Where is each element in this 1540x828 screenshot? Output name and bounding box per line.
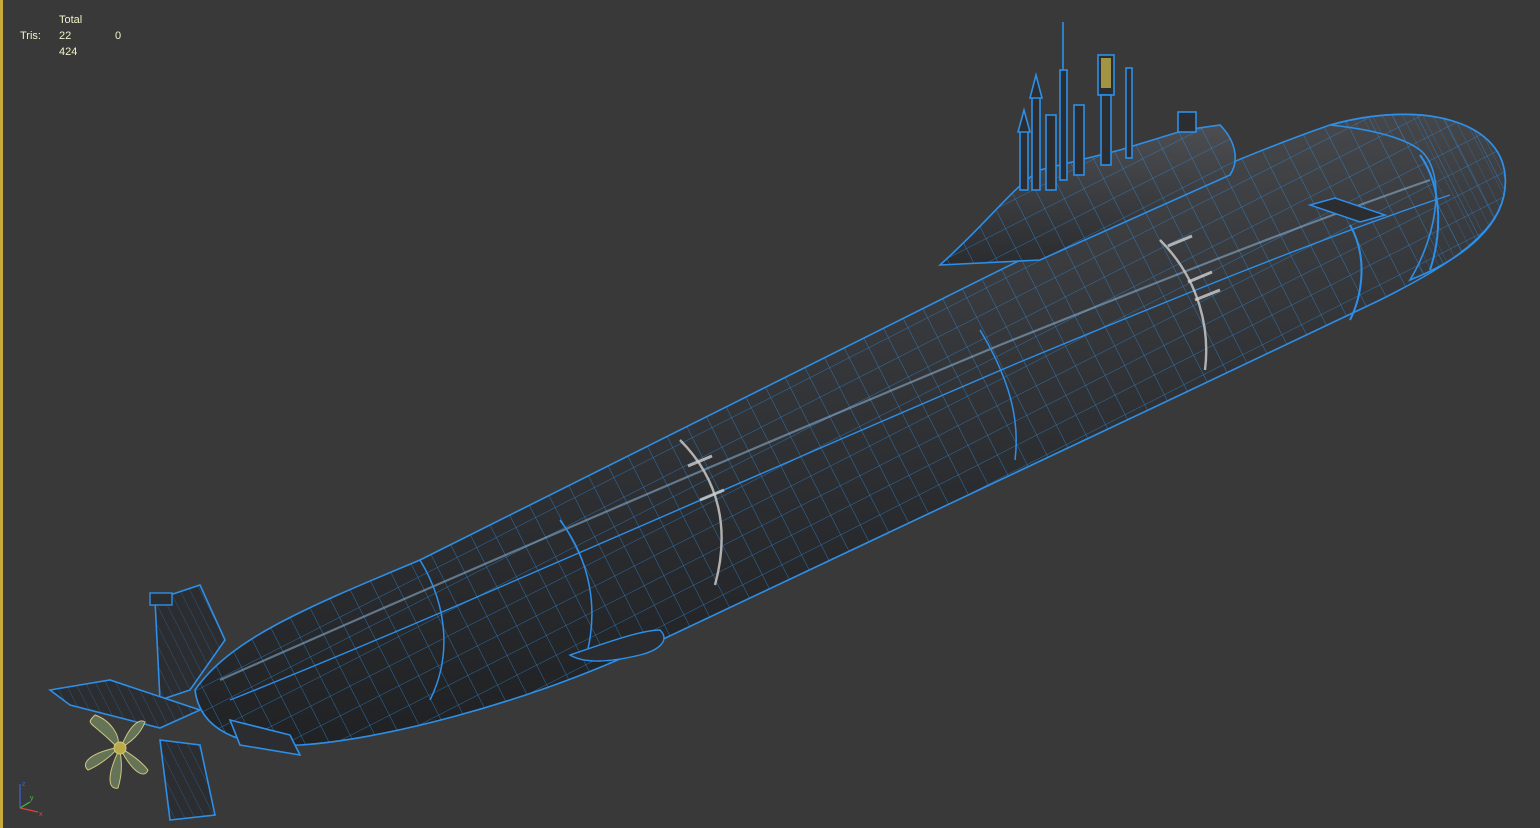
hull[interactable] <box>194 113 1507 747</box>
axis-y-label: y <box>30 795 34 802</box>
tris-selected-value: 0 <box>115 30 122 42</box>
tris-label: Tris: <box>20 30 41 42</box>
axis-z-label: z <box>22 781 26 788</box>
mast-sensor-highlight <box>1101 58 1111 88</box>
axis-y-line <box>19 801 31 809</box>
tris-total-value: 22 424 <box>59 30 78 58</box>
stats-header: Total <box>59 14 83 26</box>
axis-x-label: x <box>39 811 43 818</box>
axis-gizmo: x y z <box>19 781 43 818</box>
axis-x-line <box>19 807 39 813</box>
submarine-wireframe-model[interactable] <box>0 0 1540 828</box>
3d-viewport[interactable]: Total Tris: 22 424 0 x y z <box>0 0 1540 828</box>
propeller[interactable] <box>84 714 149 789</box>
stern-rudder-lower[interactable] <box>159 739 216 821</box>
